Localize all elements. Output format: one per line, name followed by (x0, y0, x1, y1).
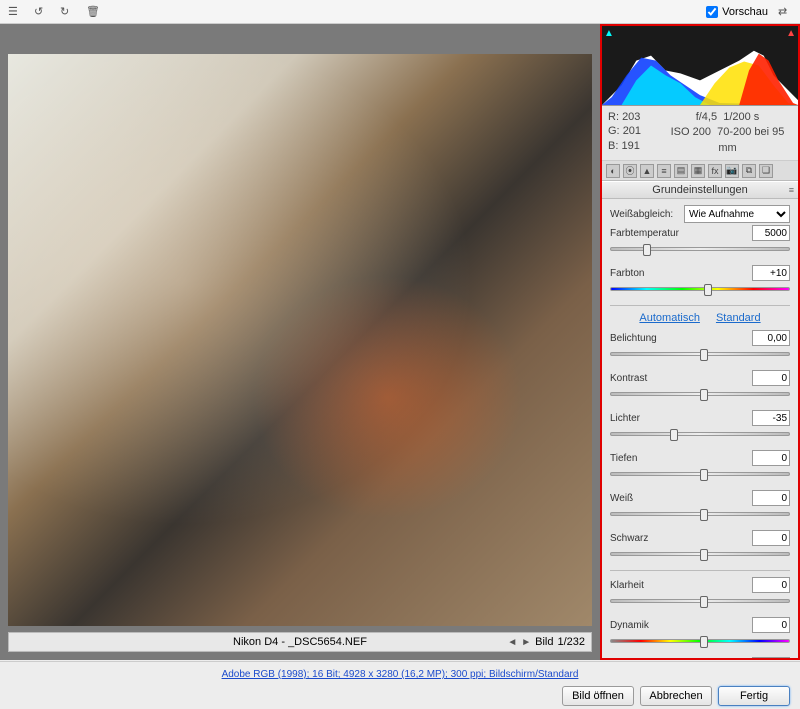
lens-value: 70-200 bei 95 mm (717, 126, 784, 153)
panel-tabs: ◐ ⦿ ▲ ≡ ▤ ▦ fx 📷 ⧉ ❏ (602, 161, 798, 181)
vibrance-value[interactable] (752, 617, 790, 633)
tab-basic-icon[interactable]: ◐ (606, 164, 620, 178)
preview-label: Vorschau (722, 6, 768, 18)
temp-value[interactable] (752, 225, 790, 241)
temp-slider[interactable] (610, 247, 790, 251)
next-image-button[interactable]: ► (521, 637, 531, 648)
tab-detail-icon[interactable]: ▲ (640, 164, 654, 178)
shadows-slider[interactable] (610, 472, 790, 476)
preview-area: Nikon D4 - _DSC5654.NEF ◄ ► Bild 1/232 (0, 24, 600, 660)
swap-icon[interactable]: ⇄ (778, 5, 792, 19)
shadow-clip-icon[interactable]: ▲ (604, 28, 614, 39)
exposure-slider[interactable] (610, 352, 790, 356)
aperture-value: f/4,5 (696, 111, 717, 123)
highlight-clip-icon[interactable]: ▲ (786, 28, 796, 39)
histogram[interactable]: ▲ ▲ (602, 26, 798, 106)
counter-value: 1/232 (557, 636, 585, 648)
filename-label: Nikon D4 - _DSC5654.NEF (233, 636, 367, 648)
top-toolbar: ☰ ↺ ↻ 🗑 Vorschau ⇄ (0, 0, 800, 24)
clarity-label: Klarheit (610, 580, 680, 591)
highlights-value[interactable] (752, 410, 790, 426)
contrast-value[interactable] (752, 370, 790, 386)
open-image-button[interactable]: Bild öffnen (562, 686, 634, 706)
bottom-bar: Adobe RGB (1998); 16 Bit; 4928 x 3280 (1… (0, 661, 800, 709)
rotate-ccw-icon[interactable]: ↺ (34, 5, 48, 19)
tint-slider[interactable] (610, 287, 790, 291)
tab-fx-icon[interactable]: fx (708, 164, 722, 178)
tab-curve-icon[interactable]: ⦿ (623, 164, 637, 178)
wb-select[interactable]: Wie Aufnahme (684, 205, 790, 223)
trash-icon[interactable]: 🗑 (86, 5, 100, 19)
wb-label: Weißabgleich: (610, 209, 680, 220)
adjustments-panel: ▲ ▲ R: 203 G: 201 B: 191 f/4,5 1/200 s I… (600, 24, 800, 660)
whites-slider[interactable] (610, 512, 790, 516)
saturation-value[interactable] (752, 657, 790, 658)
whites-value[interactable] (752, 490, 790, 506)
g-value: 201 (623, 125, 641, 137)
tint-label: Farbton (610, 268, 680, 279)
highlights-slider[interactable] (610, 432, 790, 436)
preview-checkbox[interactable] (706, 6, 718, 18)
clarity-value[interactable] (752, 577, 790, 593)
tint-value[interactable] (752, 265, 790, 281)
clarity-slider[interactable] (610, 599, 790, 603)
file-bar: Nikon D4 - _DSC5654.NEF ◄ ► Bild 1/232 (8, 632, 592, 652)
contrast-label: Kontrast (610, 373, 680, 384)
tab-camera-icon[interactable]: 📷 (725, 164, 739, 178)
cancel-button[interactable]: Abbrechen (640, 686, 712, 706)
workflow-link[interactable]: Adobe RGB (1998); 16 Bit; 4928 x 3280 (1… (222, 669, 579, 680)
b-value: 191 (621, 140, 639, 152)
whites-label: Weiß (610, 493, 680, 504)
highlights-label: Lichter (610, 413, 680, 424)
shadows-value[interactable] (752, 450, 790, 466)
blacks-slider[interactable] (610, 552, 790, 556)
default-link[interactable]: Standard (716, 312, 761, 324)
tab-snapshots-icon[interactable]: ❏ (759, 164, 773, 178)
iso-value: ISO 200 (671, 126, 711, 138)
temp-label: Farbtemperatur (610, 228, 680, 239)
tab-lens-icon[interactable]: ▦ (691, 164, 705, 178)
tab-split-icon[interactable]: ▤ (674, 164, 688, 178)
contrast-slider[interactable] (610, 392, 790, 396)
shadows-label: Tiefen (610, 453, 680, 464)
rotate-cw-icon[interactable]: ↻ (60, 5, 74, 19)
vibrance-slider[interactable] (610, 639, 790, 643)
tab-presets-icon[interactable]: ⧉ (742, 164, 756, 178)
exposure-value[interactable] (752, 330, 790, 346)
r-value: 203 (622, 111, 640, 123)
shutter-value: 1/200 s (723, 111, 759, 123)
done-button[interactable]: Fertig (718, 686, 790, 706)
counter-label: Bild (535, 636, 553, 648)
auto-link[interactable]: Automatisch (639, 312, 700, 324)
blacks-label: Schwarz (610, 533, 680, 544)
exposure-label: Belichtung (610, 333, 680, 344)
panel-header: Grundeinstellungen ≡ (602, 181, 798, 199)
prev-image-button[interactable]: ◄ (507, 637, 517, 648)
blacks-value[interactable] (752, 530, 790, 546)
tab-hsl-icon[interactable]: ≡ (657, 164, 671, 178)
photo-preview[interactable] (8, 54, 592, 626)
list-view-icon[interactable]: ☰ (8, 5, 22, 19)
panel-menu-icon[interactable]: ≡ (789, 185, 794, 195)
vibrance-label: Dynamik (610, 620, 680, 631)
info-readout: R: 203 G: 201 B: 191 f/4,5 1/200 s ISO 2… (602, 106, 798, 161)
